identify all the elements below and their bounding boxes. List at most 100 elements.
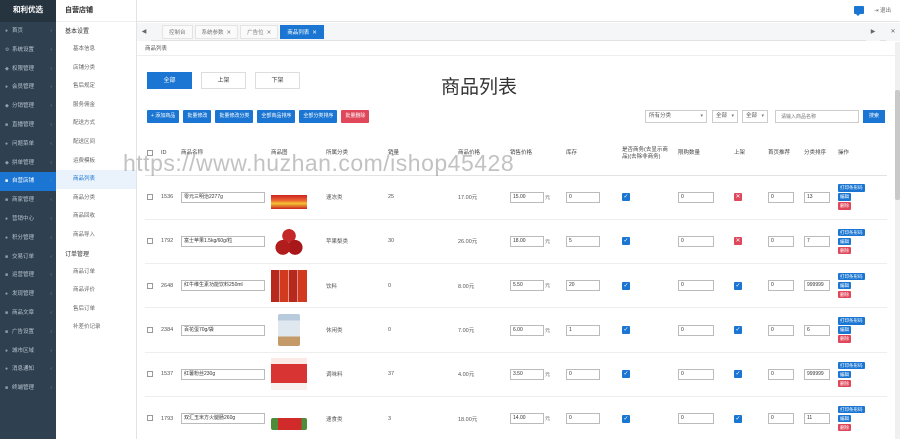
sidebar-item-13[interactable]: ■ 运营管理 ‹ — [0, 266, 56, 285]
sub-nav-item-0-9[interactable]: 商品回收 — [56, 207, 136, 226]
action-button-2[interactable]: 批量修改分类 — [215, 110, 254, 123]
tab-1[interactable]: 系统参数 ✕ — [194, 25, 239, 39]
sub-nav-item-0-10[interactable]: 商品导入 — [56, 226, 136, 245]
home-rank-input[interactable]: 0 — [768, 324, 794, 336]
sidebar-item-4[interactable]: ◆ 分销管理 ‹ — [0, 97, 56, 116]
on-shelf-off-icon[interactable]: ✕ — [734, 237, 742, 246]
search-input[interactable] — [775, 110, 859, 123]
commerce-toggle-checked-icon[interactable]: ✓ — [622, 237, 630, 246]
row-checkbox[interactable] — [147, 326, 153, 333]
sub-nav-item-1-1[interactable]: 商品评价 — [56, 281, 136, 300]
stock-input[interactable]: 0 — [566, 413, 600, 425]
sub-nav-item-1-0[interactable]: 商品订单 — [56, 263, 136, 282]
product-name-input[interactable]: 富士苹果1.5kg/60g/粒 — [181, 235, 265, 247]
scrollbar-thumb[interactable] — [895, 90, 900, 200]
on-shelf-checked-icon[interactable]: ✓ — [734, 370, 742, 379]
sub-nav-item-1-2[interactable]: 售后订单 — [56, 300, 136, 319]
tab-close-all-icon[interactable]: ✕ — [886, 23, 900, 41]
home-rank-input[interactable]: 0 — [768, 413, 794, 425]
sub-nav-item-0-7[interactable]: 商品列表 — [56, 170, 136, 189]
limit-input[interactable]: 0 — [678, 280, 714, 292]
sidebar-item-15[interactable]: ■ 商品文章 ‹ — [0, 304, 56, 323]
product-name-input[interactable]: 零元三明治2277g — [181, 191, 265, 203]
sub-nav-item-0-0[interactable]: 基本信息 — [56, 40, 136, 59]
limit-input[interactable]: 0 — [678, 324, 714, 336]
edit-button[interactable]: 编辑 — [838, 370, 851, 379]
home-rank-input[interactable]: 0 — [768, 368, 794, 380]
sidebar-item-3[interactable]: ● 会员管理 ‹ — [0, 78, 56, 97]
category-rank-input[interactable]: 7 — [804, 235, 830, 247]
on-shelf-off-icon[interactable]: ✕ — [734, 193, 742, 202]
category-rank-input[interactable]: 11 — [804, 413, 830, 425]
tab-scroll-right-icon[interactable]: ▶ — [866, 23, 880, 41]
home-rank-input[interactable]: 0 — [768, 280, 794, 292]
select-all-checkbox[interactable] — [147, 150, 153, 157]
stock-input[interactable]: 0 — [566, 191, 600, 203]
delete-button[interactable]: 删除 — [838, 202, 851, 210]
tab-3[interactable]: 商品列表 ✕ — [280, 25, 324, 39]
category-rank-input[interactable]: 999999 — [804, 368, 830, 380]
action-button-1[interactable]: 批量修改 — [183, 110, 212, 123]
limit-input[interactable]: 0 — [678, 413, 714, 425]
sidebar-item-17[interactable]: ● 城市区域 ‹ — [0, 342, 56, 361]
limit-input[interactable]: 0 — [678, 235, 714, 247]
sidebar-item-14[interactable]: ● 发现管理 ‹ — [0, 285, 56, 304]
filter-select-3[interactable]: 全部 — [742, 110, 768, 123]
commerce-toggle-checked-icon[interactable]: ✓ — [622, 326, 630, 335]
sale-price-input[interactable]: 15.00 — [510, 191, 544, 203]
delete-button[interactable]: 删除 — [838, 423, 851, 432]
sale-price-input[interactable]: 6.00 — [510, 324, 544, 336]
edit-button[interactable]: 编辑 — [838, 414, 851, 423]
close-icon[interactable]: ✕ — [267, 30, 272, 36]
message-icon[interactable] — [853, 6, 864, 16]
sub-nav-item-0-2[interactable]: 售后规定 — [56, 77, 136, 96]
product-name-input[interactable]: 百花蛋70g/袋 — [181, 324, 265, 336]
edit-button[interactable]: 编辑 — [838, 237, 851, 246]
on-shelf-checked-icon[interactable]: ✓ — [734, 326, 742, 335]
home-rank-input[interactable]: 0 — [768, 235, 794, 247]
sidebar-item-19[interactable]: ■ 终端管理 ‹ — [0, 379, 56, 398]
action-button-5[interactable]: 批量删除 — [341, 110, 370, 123]
sidebar-item-5[interactable]: ■ 直播管理 ‹ — [0, 116, 56, 135]
logout-button[interactable]: ⇥ 退出 — [874, 6, 891, 14]
on-shelf-checked-icon[interactable]: ✓ — [734, 281, 742, 290]
sidebar-item-7[interactable]: ◆ 拼单管理 ‹ — [0, 154, 56, 173]
sidebar-item-8[interactable]: ■ 自营店铺 ‹ — [0, 172, 56, 192]
home-rank-input[interactable]: 0 — [768, 191, 794, 203]
sidebar-item-6[interactable]: ● 问题菜单 ‹ — [0, 135, 56, 154]
sidebar-item-10[interactable]: ● 营销中心 ‹ — [0, 210, 56, 229]
print-barcode-button[interactable]: 打印条形码 — [838, 272, 865, 281]
sub-nav-group-0[interactable]: 基本设置 — [56, 25, 136, 40]
sub-nav-item-1-3[interactable]: 补差价记录 — [56, 318, 136, 337]
sub-nav-item-0-5[interactable]: 配送区间 — [56, 133, 136, 152]
sale-price-input[interactable]: 3.50 — [510, 368, 544, 380]
row-checkbox[interactable] — [147, 238, 153, 245]
sidebar-item-11[interactable]: ● 积分管理 ‹ — [0, 229, 56, 248]
close-icon[interactable]: ✕ — [312, 30, 317, 36]
stock-input[interactable]: 5 — [566, 235, 600, 247]
stock-input[interactable]: 1 — [566, 324, 600, 336]
action-button-3[interactable]: 全部商品排序 — [257, 110, 296, 123]
sidebar-item-18[interactable]: ● 消息通知 ‹ — [0, 360, 56, 379]
print-barcode-button[interactable]: 打印条形码 — [838, 361, 865, 370]
sidebar-item-16[interactable]: ■ 广告设置 ‹ — [0, 323, 56, 342]
edit-button[interactable]: 编辑 — [838, 193, 851, 201]
print-barcode-button[interactable]: 打印条形码 — [838, 405, 865, 414]
category-rank-input[interactable]: 6 — [804, 324, 830, 336]
on-shelf-checked-icon[interactable]: ✓ — [734, 414, 742, 423]
sidebar-item-12[interactable]: ■ 交易订单 ‹ — [0, 248, 56, 267]
edit-button[interactable]: 编辑 — [838, 326, 851, 334]
sidebar-item-2[interactable]: ◆ 权限管理 ‹ — [0, 60, 56, 79]
filter-select-2[interactable]: 全部 — [712, 110, 738, 123]
sale-price-input[interactable]: 14.00 — [510, 413, 544, 425]
filter-tab-0[interactable]: 全部 — [147, 72, 192, 89]
commerce-toggle-checked-icon[interactable]: ✓ — [622, 370, 630, 379]
print-barcode-button[interactable]: 打印条形码 — [838, 184, 865, 192]
action-button-4[interactable]: 全部分类排序 — [299, 110, 338, 123]
sub-nav-item-0-8[interactable]: 商品分类 — [56, 189, 136, 208]
row-checkbox[interactable] — [147, 193, 153, 200]
delete-button[interactable]: 删除 — [838, 246, 851, 255]
limit-input[interactable]: 0 — [678, 368, 714, 380]
row-checkbox[interactable] — [147, 415, 153, 422]
commerce-toggle-checked-icon[interactable]: ✓ — [622, 281, 630, 290]
